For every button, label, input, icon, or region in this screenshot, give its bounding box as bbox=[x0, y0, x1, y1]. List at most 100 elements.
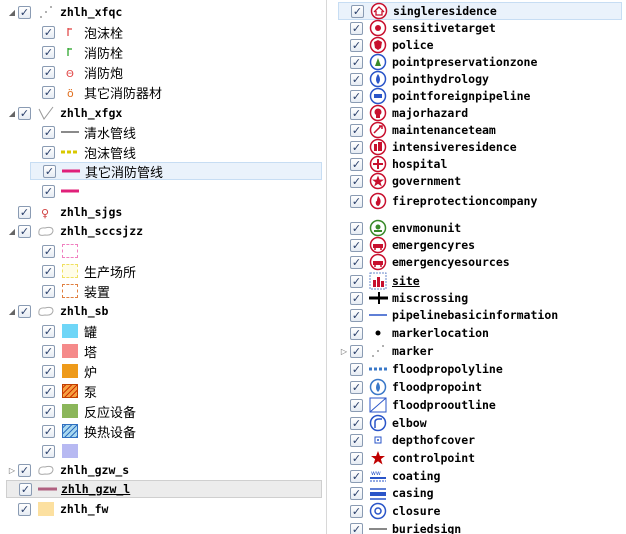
layer-row[interactable]: ✓ miscrossing bbox=[338, 289, 622, 307]
layer-child-row[interactable]: ✓ 罐 bbox=[30, 322, 320, 341]
layer-child-row[interactable]: ✓ Θ 消防炮 bbox=[30, 63, 320, 82]
layer-visibility-checkbox[interactable]: ✓ bbox=[42, 244, 55, 258]
layer-visibility-checkbox[interactable]: ✓ bbox=[350, 38, 363, 52]
layer-visibility-checkbox[interactable]: ✓ bbox=[42, 424, 55, 438]
layer-visibility-checkbox[interactable]: ✓ bbox=[350, 344, 363, 358]
layer-child-row[interactable]: ✓ 清水管线 bbox=[30, 123, 320, 142]
layer-row[interactable]: ✓ ww coating bbox=[338, 467, 622, 485]
layer-row[interactable]: ✓ majorhazard bbox=[338, 104, 622, 122]
layer-row[interactable]: ✓ closure bbox=[338, 502, 622, 520]
layer-visibility-checkbox[interactable]: ✓ bbox=[350, 238, 363, 252]
expand-toggle-icon[interactable]: ▷ bbox=[338, 345, 350, 357]
layer-visibility-checkbox[interactable]: ✓ bbox=[42, 404, 55, 418]
layer-child-row[interactable]: ✓ 炉 bbox=[30, 362, 320, 381]
layer-child-row[interactable]: ✓ 泡沫管线 bbox=[30, 143, 320, 162]
layer-group-row[interactable]: ◢ ✓ zhlh_sb bbox=[6, 302, 320, 320]
layer-visibility-checkbox[interactable]: ✓ bbox=[42, 85, 55, 99]
collapse-toggle-icon[interactable]: ◢ bbox=[6, 107, 18, 119]
layer-group-row[interactable]: ◢ ✓ zhlh_xfqc bbox=[6, 3, 320, 21]
layer-row[interactable]: ✓ singleresidence bbox=[338, 2, 622, 20]
layer-row[interactable]: ✓ controlpoint bbox=[338, 449, 622, 467]
layer-visibility-checkbox[interactable]: ✓ bbox=[43, 164, 56, 178]
layer-visibility-checkbox[interactable]: ✓ bbox=[350, 451, 363, 465]
layer-visibility-checkbox[interactable]: ✓ bbox=[350, 157, 363, 171]
layer-row[interactable]: ✓ elbow bbox=[338, 414, 622, 432]
layer-row[interactable]: ✓ site bbox=[338, 272, 622, 290]
layer-row[interactable]: ✓ police bbox=[338, 36, 622, 54]
layer-row[interactable]: ✓ markerlocation bbox=[338, 324, 622, 342]
layer-visibility-checkbox[interactable]: ✓ bbox=[42, 184, 55, 198]
layer-child-row[interactable]: ✓ bbox=[30, 442, 320, 460]
layer-row[interactable]: ✓ fireprotectioncompany bbox=[338, 192, 622, 210]
layer-group-row[interactable]: ▷ ✓ zhlh_gzw_s bbox=[6, 461, 320, 479]
layer-row[interactable]: ✓ pointhydrology bbox=[338, 70, 622, 88]
layer-row[interactable]: ✓ emergencyesources bbox=[338, 253, 622, 271]
layer-visibility-checkbox[interactable]: ✓ bbox=[42, 264, 55, 278]
layer-group-row[interactable]: ✓ ♀ zhlh_sjgs bbox=[6, 203, 320, 221]
layer-row[interactable]: ▷ ✓ marker bbox=[338, 342, 622, 360]
layer-child-row[interactable]: ✓ 塔 bbox=[30, 342, 320, 361]
layer-visibility-checkbox[interactable]: ✓ bbox=[19, 482, 32, 496]
collapse-toggle-icon[interactable]: ◢ bbox=[6, 305, 18, 317]
layer-visibility-checkbox[interactable]: ✓ bbox=[350, 89, 363, 103]
layer-row[interactable]: ✓ hospital bbox=[338, 155, 622, 173]
layer-visibility-checkbox[interactable]: ✓ bbox=[42, 384, 55, 398]
layer-visibility-checkbox[interactable]: ✓ bbox=[350, 362, 363, 376]
layer-row[interactable]: ✓ emergencyres bbox=[338, 236, 622, 254]
layer-visibility-checkbox[interactable]: ✓ bbox=[42, 324, 55, 338]
layer-visibility-checkbox[interactable]: ✓ bbox=[350, 398, 363, 412]
layer-group-row[interactable]: ✓ zhlh_fw bbox=[6, 500, 320, 518]
layer-visibility-checkbox[interactable]: ✓ bbox=[350, 21, 363, 35]
layer-row[interactable]: ✓ sensitivetarget bbox=[338, 19, 622, 37]
layer-row[interactable]: ✓ floodpropoint bbox=[338, 378, 622, 396]
layer-row[interactable]: ✓ pointforeignpipeline bbox=[338, 87, 622, 105]
layer-child-row[interactable]: ✓ bbox=[30, 242, 320, 260]
layer-visibility-checkbox[interactable]: ✓ bbox=[350, 308, 363, 322]
layer-child-row[interactable]: ✓ 生产场所 bbox=[30, 262, 320, 281]
layer-visibility-checkbox[interactable]: ✓ bbox=[42, 145, 55, 159]
layer-visibility-checkbox[interactable]: ✓ bbox=[350, 486, 363, 500]
layer-visibility-checkbox[interactable]: ✓ bbox=[42, 25, 55, 39]
layer-row[interactable]: ✓ envmonunit bbox=[338, 219, 622, 237]
layer-row[interactable]: ✓ intensiveresidence bbox=[338, 138, 622, 156]
layer-group-row[interactable]: ◢ ✓ zhlh_xfgx bbox=[6, 104, 320, 122]
layer-visibility-checkbox[interactable]: ✓ bbox=[350, 255, 363, 269]
layer-row[interactable]: ✓ government bbox=[338, 172, 622, 190]
layer-visibility-checkbox[interactable]: ✓ bbox=[350, 72, 363, 86]
layer-row[interactable]: ✓ floodprooutline bbox=[338, 396, 622, 414]
layer-visibility-checkbox[interactable]: ✓ bbox=[351, 4, 364, 18]
layer-visibility-checkbox[interactable]: ✓ bbox=[350, 326, 363, 340]
layer-visibility-checkbox[interactable]: ✓ bbox=[350, 140, 363, 154]
layer-visibility-checkbox[interactable]: ✓ bbox=[350, 380, 363, 394]
layer-group-row[interactable]: ◢ ✓ zhlh_sccsjzz bbox=[6, 222, 320, 240]
layer-row[interactable]: ✓ casing bbox=[338, 484, 622, 502]
layer-row[interactable]: ✓ buriedsign bbox=[338, 520, 622, 534]
layer-visibility-checkbox[interactable]: ✓ bbox=[42, 284, 55, 298]
layer-visibility-checkbox[interactable]: ✓ bbox=[350, 504, 363, 518]
layer-visibility-checkbox[interactable]: ✓ bbox=[18, 5, 31, 19]
layer-child-row[interactable]: ✓ 其它消防管线 bbox=[30, 162, 322, 181]
layer-visibility-checkbox[interactable]: ✓ bbox=[350, 416, 363, 430]
panel-divider[interactable] bbox=[326, 0, 336, 534]
layer-visibility-checkbox[interactable]: ✓ bbox=[18, 463, 31, 477]
collapse-toggle-icon[interactable]: ◢ bbox=[6, 225, 18, 237]
layer-visibility-checkbox[interactable]: ✓ bbox=[350, 106, 363, 120]
layer-visibility-checkbox[interactable]: ✓ bbox=[42, 125, 55, 139]
layer-visibility-checkbox[interactable]: ✓ bbox=[18, 205, 31, 219]
layer-visibility-checkbox[interactable]: ✓ bbox=[42, 65, 55, 79]
collapse-toggle-icon[interactable]: ◢ bbox=[6, 6, 18, 18]
layer-row[interactable]: ✓ maintenanceteam bbox=[338, 121, 622, 139]
layer-visibility-checkbox[interactable]: ✓ bbox=[350, 194, 363, 208]
layer-visibility-checkbox[interactable]: ✓ bbox=[42, 45, 55, 59]
layer-visibility-checkbox[interactable]: ✓ bbox=[350, 174, 363, 188]
layer-visibility-checkbox[interactable]: ✓ bbox=[42, 444, 55, 458]
layer-visibility-checkbox[interactable]: ✓ bbox=[18, 224, 31, 238]
layer-visibility-checkbox[interactable]: ✓ bbox=[350, 522, 363, 534]
layer-child-row[interactable]: ✓ 反应设备 bbox=[30, 402, 320, 421]
layer-child-row[interactable]: ✓ 消防栓 bbox=[30, 43, 320, 62]
layer-visibility-checkbox[interactable]: ✓ bbox=[350, 123, 363, 137]
layer-visibility-checkbox[interactable]: ✓ bbox=[350, 274, 363, 288]
layer-child-row[interactable]: ✓ bbox=[30, 182, 320, 200]
layer-child-row[interactable]: ✓ 泡沫栓 bbox=[30, 23, 320, 42]
layer-row[interactable]: ✓ pointpreservationzone bbox=[338, 53, 622, 71]
